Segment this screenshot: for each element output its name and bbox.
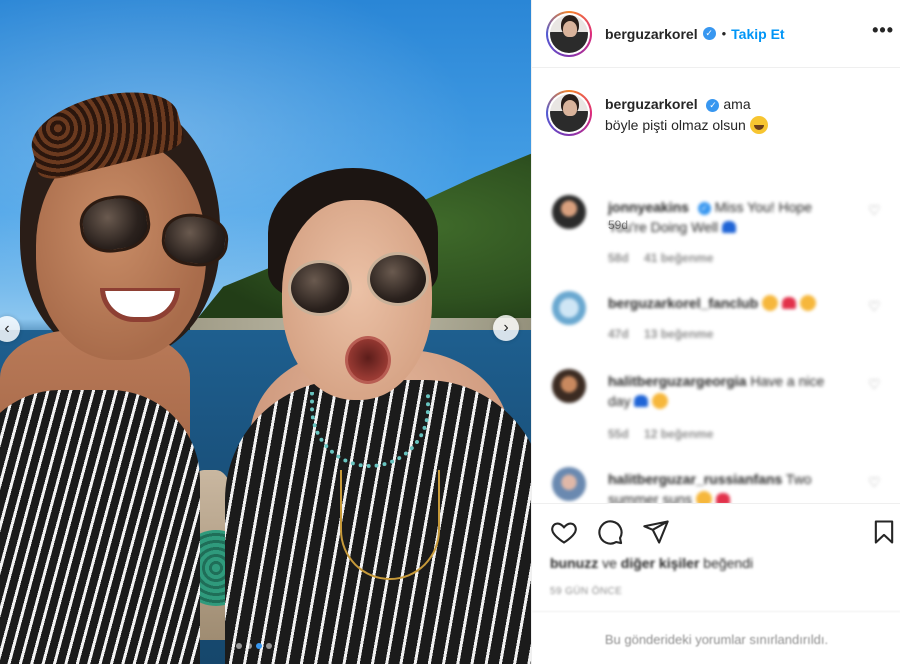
comment-username[interactable]: halitberguzar_russianfans <box>608 471 782 487</box>
red-heart-emoji-icon <box>715 493 730 503</box>
smile-emoji-icon <box>799 295 816 311</box>
woman-left-striped-swimsuit <box>0 390 200 664</box>
comment-meta: 58d 41 beğenme <box>608 251 725 265</box>
woman-right-sunglasses-right-lens <box>367 252 429 306</box>
comment-avatar[interactable] <box>552 195 586 229</box>
comment-likes[interactable]: 12 beğenme <box>644 427 713 441</box>
comment-like-heart-icon[interactable]: ♡ <box>868 377 882 391</box>
likes-connector: ve <box>602 555 617 571</box>
comment-body: halitberguzargeorgia Have a nice day <box>608 371 848 411</box>
comment-list: jonnyeakins ✓ Miss You! Hope You're Doin… <box>532 181 900 503</box>
caption-avatar[interactable] <box>546 90 592 136</box>
comment-likes[interactable]: 13 beğenme <box>644 327 713 341</box>
caption-username[interactable]: berguzarkorel <box>605 96 698 112</box>
comment-avatar[interactable] <box>552 291 586 325</box>
comment-icon[interactable] <box>596 518 624 546</box>
woman-right-open-mouth <box>345 336 391 384</box>
red-heart-emoji-icon <box>781 297 796 309</box>
post-header: berguzarkorel ✓ • Takip Et ••• <box>532 0 900 68</box>
post-photo[interactable]: ‹ › <box>0 0 531 664</box>
comment-body: jonnyeakins ✓ Miss You! Hope You're Doin… <box>608 197 848 237</box>
heart-icon[interactable] <box>550 518 578 546</box>
comment-like-heart-icon[interactable]: ♡ <box>868 203 882 217</box>
carousel-dot <box>256 643 262 649</box>
posted-time[interactable]: 59 GÜN ÖNCE <box>550 586 622 597</box>
comment-time[interactable]: 47d <box>608 327 629 341</box>
avatar[interactable] <box>546 10 592 57</box>
comment-body: halitberguzar_russianfans Two summer sun… <box>608 469 848 503</box>
comment-avatar[interactable] <box>552 467 586 501</box>
carousel-dot <box>246 643 252 649</box>
likes-suffix: beğendi <box>703 555 754 571</box>
likes-others[interactable]: diğer kişiler <box>621 555 700 571</box>
comment-username[interactable]: halitberguzargeorgia <box>608 373 746 389</box>
verified-icon: ✓ <box>697 201 711 215</box>
bookmark-icon[interactable] <box>870 518 898 546</box>
avatar-image <box>550 94 588 132</box>
post-action-bar <box>532 503 900 549</box>
follow-button[interactable]: Takip Et <box>731 26 784 42</box>
grinning-sweat-emoji-icon <box>749 116 768 134</box>
likes-summary[interactable]: bunuzz ve diğer kişiler beğendi <box>550 555 753 571</box>
post-side-panel: berguzarkorel ✓ • Takip Et ••• berguzark… <box>531 0 900 664</box>
comments-limited-notice: Bu gönderideki yorumlar sınırlandırıldı. <box>532 611 900 664</box>
carousel-indicator <box>236 643 272 649</box>
share-icon[interactable] <box>642 518 670 546</box>
blue-heart-emoji-icon <box>721 221 736 233</box>
verified-icon: ✓ <box>702 27 716 40</box>
separator-dot: • <box>721 26 727 41</box>
sun-emoji-icon <box>695 491 712 503</box>
sun-emoji-icon <box>652 393 669 409</box>
comment-body: berguzarkorel_fanclub <box>608 293 848 313</box>
verified-icon: ✓ <box>706 98 720 112</box>
comment-like-heart-icon[interactable]: ♡ <box>868 475 882 489</box>
comment-username[interactable]: berguzarkorel_fanclub <box>608 295 758 311</box>
comment-username[interactable]: jonnyeakins <box>608 199 689 215</box>
comment-avatar[interactable] <box>552 369 586 403</box>
avatar-image <box>550 14 588 53</box>
comment-likes[interactable]: 41 beğenme <box>644 251 713 265</box>
caption-text: berguzarkorel ✓ ama böyle pişti olmaz ol… <box>605 94 785 136</box>
carousel-dot <box>236 643 242 649</box>
blue-heart-emoji-icon <box>634 395 649 407</box>
comment-like-heart-icon[interactable]: ♡ <box>868 299 882 313</box>
comment-time[interactable]: 58d <box>608 251 629 265</box>
comment-item: jonnyeakins ✓ Miss You! Hope You're Doin… <box>552 195 882 265</box>
header-username[interactable]: berguzarkorel <box>605 26 698 42</box>
comment-time[interactable]: 55d <box>608 427 629 441</box>
carousel-next-button[interactable]: › <box>493 315 519 341</box>
comment-item: halitberguzargeorgia Have a nice day 55d… <box>552 369 882 449</box>
likes-user[interactable]: bunuzz <box>550 555 598 571</box>
gold-chain-necklace <box>340 470 440 580</box>
comment-item: berguzarkorel_fanclub 47d 13 beğenme ♡ <box>552 291 882 347</box>
woman-right-sunglasses-left-lens <box>288 260 352 316</box>
comment-meta: 55d 12 beğenme <box>608 427 725 441</box>
comment-meta: 47d 13 beğenme <box>608 327 725 341</box>
smile-emoji-icon <box>762 295 779 311</box>
more-icon[interactable]: ••• <box>872 20 894 41</box>
carousel-dot <box>266 643 272 649</box>
comment-item: halitberguzar_russianfans Two summer sun… <box>552 467 882 503</box>
